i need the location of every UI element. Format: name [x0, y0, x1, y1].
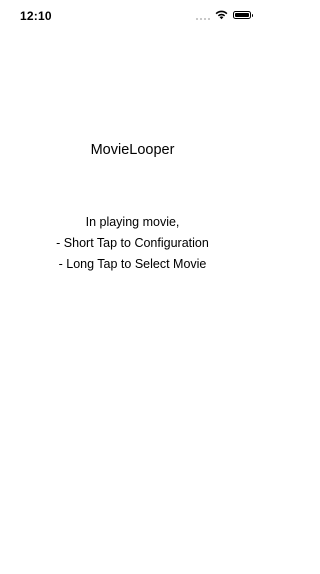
instruction-line: - Short Tap to Configuration: [56, 236, 209, 250]
instruction-line: - Long Tap to Select Movie: [58, 257, 207, 271]
instruction-line: In playing movie,: [85, 215, 180, 229]
wifi-icon: [215, 10, 228, 20]
battery-icon: [233, 11, 253, 19]
status-time: 12:10: [20, 9, 52, 23]
app-title: MovieLooper: [90, 142, 175, 158]
instructions: In playing movie, - Short Tap to Configu…: [0, 212, 265, 275]
status-bar: 12:10: [0, 0, 265, 34]
status-icons: [196, 10, 253, 20]
signal-dots-icon: [196, 11, 210, 20]
